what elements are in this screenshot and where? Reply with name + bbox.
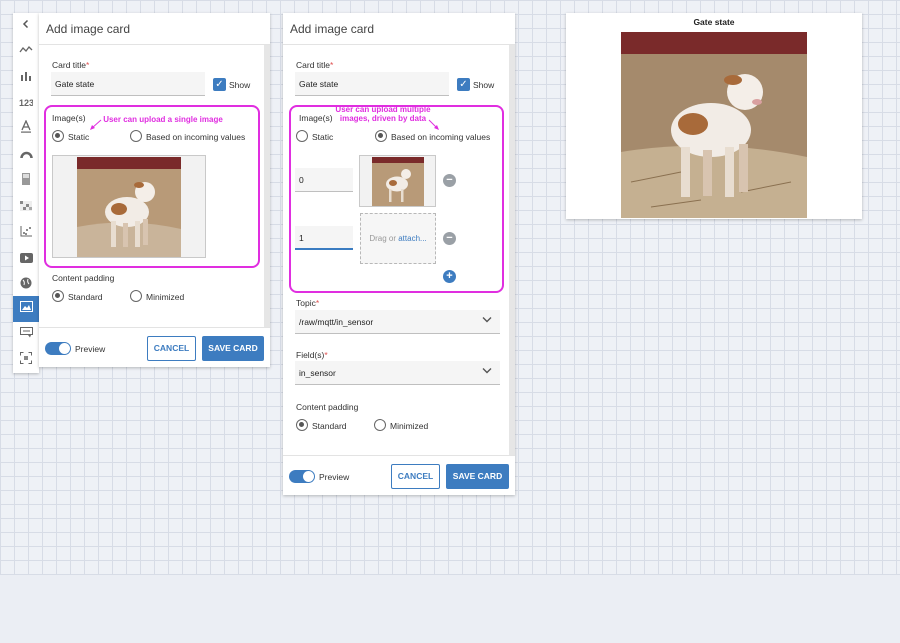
padding-minimized-label: Minimized — [146, 292, 185, 302]
image-icon[interactable] — [13, 296, 39, 322]
annotation-arrow-icon — [428, 119, 439, 130]
scrollbar[interactable] — [509, 45, 515, 455]
preview-toggle[interactable] — [45, 342, 71, 355]
image-upload-frame[interactable] — [52, 155, 206, 258]
preview-label: Preview — [75, 344, 106, 354]
show-title-checkbox[interactable]: ✓ — [457, 78, 470, 91]
padding-standard-radio[interactable] — [52, 290, 64, 302]
padding-standard-label: Standard — [312, 421, 347, 431]
card-type-sidebar: 123 — [13, 13, 39, 373]
card-title-label: Card title* — [296, 60, 334, 70]
image-drop-zone[interactable]: Drag or attach... — [360, 213, 436, 264]
scatter-icon[interactable] — [13, 221, 39, 247]
radio-static[interactable] — [52, 130, 64, 142]
radio-static-label: Static — [312, 132, 334, 142]
svg-text:123: 123 — [19, 98, 33, 107]
cancel-button[interactable]: CANCEL — [391, 464, 440, 489]
attach-link[interactable]: attach... — [398, 234, 426, 243]
add-image-card-panel-incoming: Add image card Card title* Gate state ✓ … — [283, 13, 515, 495]
padding-minimized-radio[interactable] — [374, 419, 386, 431]
add-image-button[interactable]: + — [443, 270, 456, 283]
radio-incoming-label: Based on incoming values — [391, 132, 491, 142]
remove-image-1-button[interactable]: − — [443, 174, 456, 187]
padding-standard-radio[interactable] — [296, 419, 308, 431]
gauge-icon[interactable] — [13, 143, 39, 169]
padding-standard-label: Standard — [68, 292, 103, 302]
value-input-2[interactable]: 1 — [295, 226, 353, 250]
tank-icon[interactable] — [13, 169, 39, 195]
card-title-input[interactable]: Gate state — [51, 72, 205, 96]
panel-title: Add image card — [39, 13, 270, 45]
goat-image — [77, 157, 181, 257]
topic-value: /raw/mqtt/in_sensor — [299, 317, 374, 327]
annotation-text: User can upload a single image — [103, 115, 223, 124]
panel-footer: Preview CANCEL SAVE CARD — [39, 327, 270, 367]
show-label: Show — [229, 80, 251, 90]
scrollbar[interactable] — [264, 45, 270, 327]
preview-toggle[interactable] — [289, 470, 315, 483]
fields-value: in_sensor — [299, 368, 336, 378]
remove-image-2-button[interactable]: − — [443, 232, 456, 245]
fields-label: Field(s)* — [296, 350, 328, 360]
radio-incoming-label: Based on incoming values — [146, 132, 246, 142]
preview-label: Preview — [319, 472, 350, 482]
image-upload-frame-1[interactable] — [359, 155, 436, 207]
card-title-input[interactable]: Gate state — [295, 72, 449, 96]
video-icon[interactable] — [13, 247, 39, 273]
chevron-left-icon[interactable] — [13, 13, 39, 39]
content-padding-label: Content padding — [52, 273, 115, 283]
save-card-button[interactable]: SAVE CARD — [446, 464, 509, 489]
card-title-label: Card title* — [52, 60, 90, 70]
images-label: Image(s) — [52, 113, 86, 123]
content-padding-label: Content padding — [296, 402, 359, 412]
fields-select[interactable]: in_sensor — [295, 361, 500, 385]
scan-icon[interactable] — [13, 348, 39, 374]
value-input-1[interactable]: 0 — [295, 168, 353, 192]
chevron-down-icon — [482, 315, 492, 326]
show-title-checkbox[interactable]: ✓ — [213, 78, 226, 91]
topic-select[interactable]: /raw/mqtt/in_sensor — [295, 310, 500, 334]
save-card-button[interactable]: SAVE CARD — [202, 336, 264, 361]
radio-incoming-values[interactable] — [375, 130, 387, 142]
drop-text: Drag or — [369, 234, 399, 243]
radio-static-label: Static — [68, 132, 90, 142]
command-icon[interactable] — [13, 322, 39, 348]
annotation-arrow-icon — [90, 119, 102, 130]
cancel-button[interactable]: CANCEL — [147, 336, 196, 361]
heatmap-icon[interactable] — [13, 195, 39, 221]
text-icon[interactable] — [13, 117, 39, 143]
bar-chart-icon[interactable] — [13, 65, 39, 91]
preview-card: Gate state — [566, 13, 862, 219]
add-image-card-panel-static: Add image card Card title* Gate state ✓ … — [39, 13, 270, 367]
number-icon[interactable]: 123 — [13, 91, 39, 117]
goat-image-thumb — [372, 157, 424, 206]
chevron-down-icon — [482, 366, 492, 377]
show-label: Show — [473, 80, 495, 90]
topic-label: Topic* — [296, 298, 320, 308]
annotation-text: User can upload multiple images, driven … — [335, 105, 431, 123]
padding-minimized-radio[interactable] — [130, 290, 142, 302]
panel-footer: Preview CANCEL SAVE CARD — [283, 455, 515, 495]
sparkline-icon[interactable] — [13, 39, 39, 65]
radio-static[interactable] — [296, 130, 308, 142]
preview-card-title: Gate state — [693, 17, 735, 27]
padding-minimized-label: Minimized — [390, 421, 429, 431]
goat-image-preview — [621, 32, 807, 218]
radio-incoming-values[interactable] — [130, 130, 142, 142]
panel-title: Add image card — [283, 13, 515, 45]
